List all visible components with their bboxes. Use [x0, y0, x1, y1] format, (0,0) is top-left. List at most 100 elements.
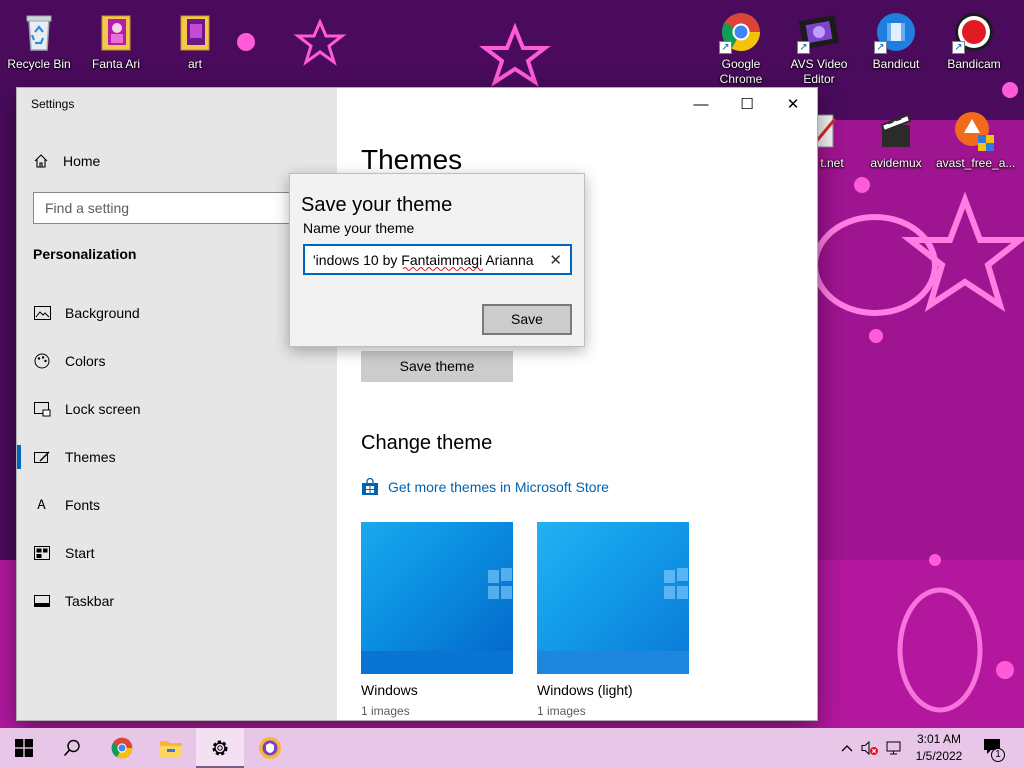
desktop-icon-label: art [187, 57, 202, 71]
bandicut-icon: ↗ [874, 10, 918, 54]
sidebar-home[interactable]: Home [33, 150, 100, 172]
dialog-save-button[interactable]: Save [482, 304, 572, 335]
sidebar-item-label: Start [65, 545, 95, 561]
save-theme-button[interactable]: Save theme [361, 351, 513, 382]
search-input[interactable] [34, 193, 322, 223]
spellcheck-underline [403, 267, 483, 271]
desktop-icon-label: avast_free_a... [936, 156, 1016, 170]
save-theme-dialog: Save your theme Name your theme 'indows … [289, 173, 585, 347]
volume-button[interactable] [860, 728, 880, 768]
desktop-icon-label: avidemux [870, 156, 922, 170]
chrome-icon: ↗ [719, 10, 763, 54]
section-title: Personalization [33, 246, 137, 262]
desktop-icon-recycle-bin[interactable]: Recycle Bin [1, 10, 77, 72]
sidebar-item-fonts[interactable]: Ꭺ Fonts [17, 485, 337, 525]
avs-video-editor-icon: ↗ [797, 10, 841, 54]
folder-icon [94, 10, 138, 54]
search-button[interactable] [48, 728, 96, 768]
theme-name: Windows [361, 682, 418, 698]
shortcut-arrow-icon: ↗ [719, 41, 732, 54]
clock-time: 3:01 AM [916, 732, 962, 746]
taskbar-file-explorer[interactable] [147, 728, 195, 768]
desktop-icon-label: Fanta Ari [91, 57, 141, 71]
file-explorer-icon [160, 741, 182, 757]
find-setting-search[interactable] [33, 192, 323, 224]
sidebar-item-start[interactable]: Start [17, 533, 337, 573]
theme-card-windows[interactable]: Windows 1 images [361, 522, 513, 718]
theme-thumbnail[interactable] [361, 522, 513, 674]
desktop-icon-avast[interactable]: avast_free_a... [936, 109, 1016, 171]
network-button[interactable] [884, 728, 904, 768]
sidebar-item-label: Background [65, 305, 140, 321]
theme-name-input[interactable]: 'indows 10 by Fantaimmagi Arianna ✕ [303, 244, 572, 275]
sidebar-item-themes[interactable]: Themes [17, 437, 337, 477]
shortcut-arrow-icon: ↗ [874, 41, 887, 54]
show-hidden-icons-button[interactable] [838, 728, 856, 768]
desktop-icon-label: AVS Video Editor [790, 57, 848, 86]
desktop-icon-label: Recycle Bin [7, 57, 71, 71]
avidemux-icon [874, 109, 918, 153]
theme-name: Windows (light) [537, 682, 633, 698]
desktop-icon-avs-video-editor[interactable]: ↗ AVS Video Editor [781, 10, 857, 87]
sidebar-item-lock-screen[interactable]: Lock screen [17, 389, 337, 429]
chrome-icon [111, 737, 133, 759]
shortcut-arrow-icon: ↗ [952, 41, 965, 54]
page-title: Themes [361, 144, 463, 175]
active-indicator [17, 445, 21, 469]
sidebar-item-colors[interactable]: Colors [17, 341, 337, 381]
sidebar-item-label: Colors [65, 353, 106, 369]
theme-thumbnail[interactable] [537, 522, 689, 674]
network-icon [886, 741, 901, 755]
search-icon [63, 739, 80, 757]
theme-name-label: Name your theme [303, 220, 415, 236]
theme-image-count: 1 images [361, 704, 410, 718]
colors-icon [33, 352, 51, 370]
avast-icon [952, 109, 996, 153]
volume-muted-icon [861, 740, 878, 756]
lock-screen-icon [33, 400, 51, 418]
notification-count-badge: 1 [991, 748, 1005, 762]
gear-icon [212, 740, 228, 756]
desktop-icon-label: Google Chrome [719, 57, 763, 86]
home-icon [34, 154, 48, 168]
desktop-icon-fanta-ari[interactable]: Fanta Ari [78, 10, 154, 72]
chevron-up-icon [841, 745, 853, 752]
desktop-icon-art[interactable]: art [157, 10, 233, 72]
recycle-bin-icon [17, 10, 61, 54]
store-icon [362, 478, 378, 495]
theme-image-count: 1 images [537, 704, 586, 718]
windows-logo-icon [15, 739, 33, 757]
fonts-icon: Ꭺ [37, 497, 47, 513]
dialog-title: Save your theme [301, 194, 453, 216]
clock-date: 1/5/2022 [915, 749, 963, 763]
folder-icon [173, 10, 217, 54]
desktop-icon-bandicut[interactable]: ↗ Bandicut [858, 10, 934, 72]
sidebar-item-label: Fonts [65, 497, 101, 513]
action-center-button[interactable]: 1 [980, 728, 1008, 768]
themes-icon [33, 448, 51, 466]
background-icon [33, 304, 51, 322]
store-link-label: Get more themes in Microsoft Store [388, 479, 609, 495]
sidebar-item-taskbar[interactable]: Taskbar [17, 581, 337, 621]
theme-card-windows-light[interactable]: Windows (light) 1 images [537, 522, 689, 718]
desktop-icon-google-chrome[interactable]: ↗ Google Chrome [703, 10, 779, 87]
taskbar-chrome[interactable] [98, 728, 146, 768]
clock[interactable]: 3:01 AM 1/5/2022 [907, 731, 971, 765]
desktop-icon-bandicam[interactable]: ↗ Bandicam [936, 10, 1012, 72]
microsoft-store-link[interactable]: Get more themes in Microsoft Store [361, 478, 609, 496]
taskbar-settings[interactable] [196, 728, 244, 768]
shortcut-arrow-icon: ↗ [797, 41, 810, 54]
browser-shield-icon [259, 737, 281, 759]
start-button[interactable] [0, 728, 48, 768]
clear-input-button[interactable]: ✕ [549, 251, 562, 269]
desktop-icon-label: Bandicam [947, 57, 1001, 71]
taskbar: 3:01 AM 1/5/2022 1 [0, 728, 1024, 768]
desktop-icon-avidemux[interactable]: avidemux [858, 109, 934, 171]
window-title: Settings [31, 97, 75, 111]
taskbar-browser[interactable] [246, 728, 294, 768]
bandicam-icon: ↗ [952, 10, 996, 54]
desktop-icon-label: Bandicut [872, 57, 920, 71]
sidebar-item-label: Lock screen [65, 401, 141, 417]
sidebar-item-label: Themes [65, 449, 116, 465]
change-theme-heading: Change theme [361, 432, 493, 454]
